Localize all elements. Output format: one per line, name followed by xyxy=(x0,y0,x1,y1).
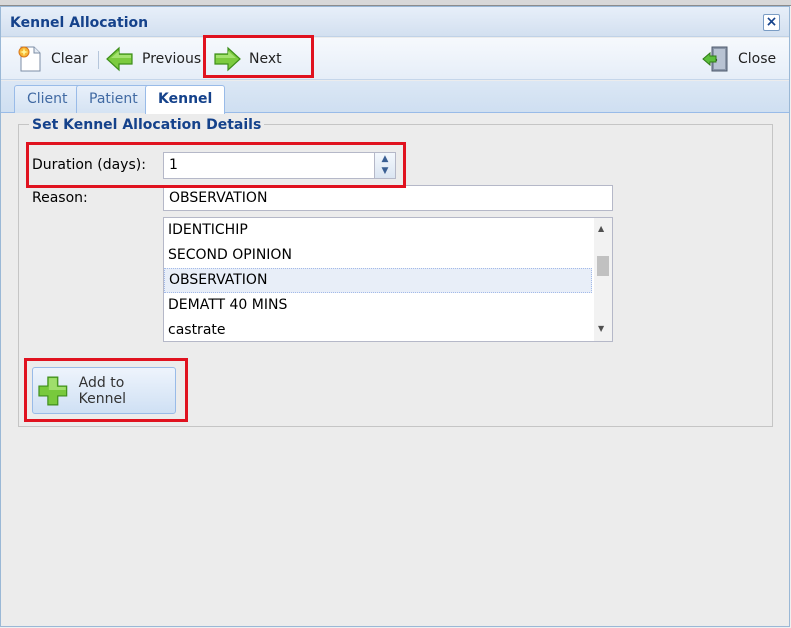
clear-button-label: Clear xyxy=(51,51,88,67)
add-to-kennel-button[interactable]: Add to Kennel xyxy=(32,367,176,414)
tab-kennel[interactable]: Kennel xyxy=(145,85,226,114)
tab-bar: Client Patient Kennel xyxy=(1,81,789,114)
next-button-label: Next xyxy=(249,51,282,67)
toolbar-separator xyxy=(98,51,99,69)
arrow-left-icon xyxy=(106,46,133,72)
arrow-right-icon xyxy=(214,46,241,72)
close-button-label: Close xyxy=(738,51,777,67)
reason-listbox[interactable]: IDENTICHIP SECOND OPINION OBSERVATION DE… xyxy=(163,217,613,342)
close-button[interactable]: Close xyxy=(702,43,776,75)
list-item[interactable]: SECOND OPINION xyxy=(164,243,592,268)
plus-icon xyxy=(38,376,68,405)
list-item[interactable]: IDENTICHIP xyxy=(164,218,592,243)
clear-icon xyxy=(18,46,41,72)
dialog-title: Kennel Allocation xyxy=(10,15,149,31)
duration-label: Duration (days): xyxy=(32,157,146,173)
duration-input[interactable]: 1 xyxy=(163,152,375,179)
next-button[interactable]: Next xyxy=(213,43,282,75)
previous-button-label: Previous xyxy=(142,51,202,67)
close-icon[interactable]: × xyxy=(763,14,780,31)
scroll-down-icon[interactable]: ▼ xyxy=(598,324,604,333)
dialog-titlebar: Kennel Allocation × xyxy=(1,7,789,37)
fieldset-legend: Set Kennel Allocation Details xyxy=(29,117,265,133)
duration-spinner[interactable]: ▲ ▼ xyxy=(374,152,396,179)
tab-client[interactable]: Client xyxy=(14,85,81,113)
add-to-kennel-label: Add to Kennel xyxy=(78,374,127,407)
scroll-up-icon[interactable]: ▲ xyxy=(598,224,604,233)
clear-button[interactable]: Clear xyxy=(17,43,88,75)
toolbar: Clear Previous Next Close xyxy=(1,38,789,80)
scrollbar-thumb[interactable] xyxy=(597,256,609,276)
reason-label: Reason: xyxy=(32,190,88,206)
list-item[interactable]: castrate xyxy=(164,318,592,341)
tab-patient[interactable]: Patient xyxy=(76,85,151,113)
spin-up-icon[interactable]: ▲ xyxy=(375,153,395,165)
spin-down-icon[interactable]: ▼ xyxy=(375,165,395,177)
list-item[interactable]: DEMATT 40 MINS xyxy=(164,293,592,318)
list-item-selected[interactable]: OBSERVATION xyxy=(164,268,592,293)
exit-door-icon xyxy=(702,46,728,72)
reason-input[interactable]: OBSERVATION xyxy=(163,185,613,211)
listbox-scrollbar[interactable]: ▲ ▼ xyxy=(594,218,612,341)
previous-button[interactable]: Previous xyxy=(106,43,201,75)
